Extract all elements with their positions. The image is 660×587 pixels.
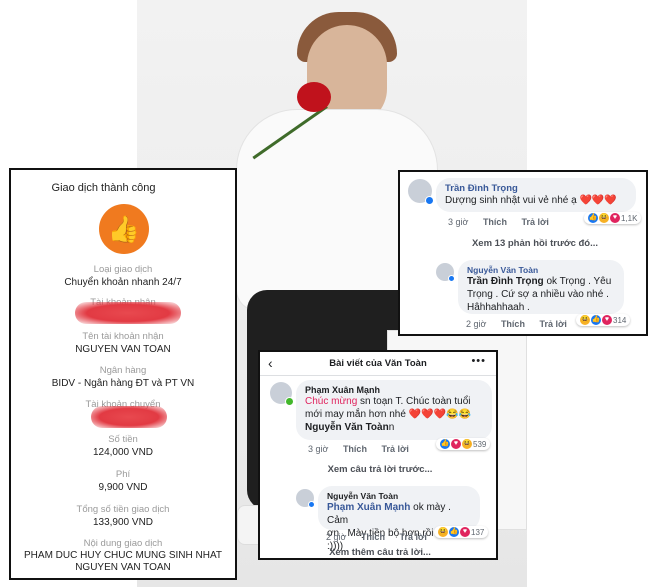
comment-card-trong: Trần Đình Trọng Dượng sinh nhật vui vẻ n… — [398, 170, 648, 336]
comment-bubble: Trần Đình Trọng Dượng sinh nhật vui vẻ n… — [436, 178, 636, 212]
like-button[interactable]: Thích — [483, 217, 507, 227]
recipient-name-label: Tên tài khoản nhận — [82, 331, 164, 342]
mention-suffix: n — [388, 422, 395, 433]
reply-author[interactable]: Nguyễn Văn Toàn — [467, 265, 615, 275]
haha-reaction-icon: 😆 — [580, 315, 590, 325]
reply-actions: 2 giờ Thích Trả lời — [326, 532, 439, 542]
online-status-icon — [285, 397, 294, 406]
comment-actions: 3 giờ Thích Trả lời — [308, 444, 421, 454]
reaction-count: 314 — [613, 315, 627, 325]
verified-icon — [448, 275, 455, 282]
content-line-2: NGUYEN VAN TOAN — [75, 562, 171, 573]
view-more-replies-link[interactable]: Xem thêm câu trả lời... — [290, 547, 470, 558]
reaction-summary[interactable]: 👍 😆 ♥ 1,1K — [584, 212, 642, 224]
love-reaction-icon: ♥ — [460, 527, 470, 537]
reply-text-line-a: Phạm Xuân Mạnh ok mày . Cảm — [327, 501, 471, 527]
view-previous-replies-link[interactable]: Xem câu trả lời trước... — [290, 464, 470, 475]
comment-text-line-b: mới may mắn hơn nhé ❤️❤️❤️😂😂 — [305, 408, 483, 421]
recipient-name-value: NGUYEN VAN TOAN — [75, 344, 171, 355]
comment-card-manh: ‹ Bài viết của Văn Toàn ••• Phạm Xuân Mạ… — [258, 350, 498, 560]
haha-reaction-icon: 😆 — [438, 527, 448, 537]
post-header: ‹ Bài viết của Văn Toàn ••• — [260, 352, 496, 376]
bank-label: Ngân hàng — [99, 365, 147, 376]
reply-actions: 2 giờ Thích Trả lời — [466, 319, 579, 329]
reaction-count: 1,1K — [621, 213, 638, 223]
source-account-redaction — [91, 406, 167, 428]
reply-mention[interactable]: Trần Đình Trọng — [467, 276, 544, 287]
reply-author[interactable]: Nguyễn Văn Toàn — [327, 491, 471, 501]
reply-text-line-c: Hâhhahhaah . — [467, 302, 530, 313]
reply-time: 2 giờ — [326, 532, 347, 542]
comment-text: Dượng sinh nhật vui vẻ nhé ạ ❤️❤️❤️ — [445, 194, 627, 207]
bank-value: BIDV - Ngân hàng ĐT và PT VN — [51, 378, 195, 389]
transaction-receipt: Giao dịch thành công 👍 Loại giao dịch Ch… — [9, 168, 237, 580]
total-value: 133,900 VND — [92, 517, 154, 528]
hearts-emoji: ❤️❤️❤️ — [579, 195, 617, 206]
comment-body: Dượng sinh nhật vui vẻ nhé ạ — [445, 195, 580, 206]
reply-reply-button[interactable]: Trả lời — [399, 532, 426, 542]
reaction-count: 539 — [473, 439, 487, 449]
reply-bubble: Nguyễn Văn Toàn Trần Đình Trọng ok Trọng… — [458, 260, 624, 314]
love-reaction-icon: ♥ — [451, 439, 461, 449]
haha-reaction-icon: 😆 — [462, 439, 472, 449]
haha-reaction-icon: 😆 — [599, 213, 609, 223]
verified-icon — [308, 501, 315, 508]
reply-like-button[interactable]: Thích — [501, 319, 525, 329]
type-label: Loại giao dịch — [93, 264, 153, 275]
account-redaction — [75, 302, 181, 324]
reaction-summary[interactable]: 👍 ♥ 😆 539 — [436, 438, 491, 450]
reply-text-line-a: ok Trọng . Yêu — [543, 276, 612, 287]
comment-time: 3 giờ — [448, 217, 469, 227]
like-reaction-icon: 👍 — [440, 439, 450, 449]
reply-text: Trần Đình Trọng ok Trọng . Yêu — [467, 275, 615, 288]
comment-author[interactable]: Trần Đình Trọng — [445, 183, 627, 194]
reply-button[interactable]: Trả lời — [521, 217, 548, 227]
love-reaction-icon: ♥ — [602, 315, 612, 325]
total-label: Tổng số tiền giao dịch — [76, 504, 170, 515]
comment-author[interactable]: Phạm Xuân Mạnh — [305, 385, 483, 395]
reply-reply-button[interactable]: Trả lời — [539, 319, 566, 329]
comment-body-b: mới may mắn hơn nhé — [305, 409, 409, 420]
reply-text-line-b: Trọng . Cứ sợ a nhiều vào nhé . — [467, 289, 609, 300]
comment-text-line-c: Nguyễn Văn Toànn — [305, 421, 483, 434]
receipt-title: Giao dịch thành công — [51, 182, 156, 194]
photo-rose — [297, 82, 331, 112]
like-reaction-icon: 👍 — [449, 527, 459, 537]
like-reaction-icon: 👍 — [591, 315, 601, 325]
thumbs-up-icon: 👍 — [99, 204, 149, 254]
reaction-count: 137 — [471, 527, 485, 537]
chuc-mung-text: Chúc mừng — [305, 396, 358, 407]
reply-mention[interactable]: Phạm Xuân Mạnh — [327, 502, 410, 513]
verified-icon — [425, 196, 434, 205]
content-line-1: PHAM DUC HUY CHUC MUNG SINH NHAT — [24, 550, 222, 561]
love-reaction-icon: ♥ — [610, 213, 620, 223]
view-more-replies-link[interactable]: Xem 13 phản hồi trước đó... — [440, 238, 630, 249]
comment-body-a: sn toạn T. Chúc toàn tuổi — [357, 396, 471, 407]
amount-value: 124,000 VND — [92, 447, 154, 458]
comment-bubble: Phạm Xuân Mạnh Chúc mừng sn toạn T. Chúc… — [296, 380, 492, 440]
comment-mention[interactable]: Nguyễn Văn Toàn — [305, 422, 389, 433]
amount-label: Số tiền — [108, 434, 138, 445]
reply-bubble: Nguyễn Văn Toàn Phạm Xuân Mạnh ok mày . … — [318, 486, 480, 552]
comment-actions: 3 giờ Thích Trả lời — [448, 217, 561, 227]
like-reaction-icon: 👍 — [588, 213, 598, 223]
type-value: Chuyển khoản nhanh 24/7 — [64, 277, 182, 288]
fee-label: Phí — [115, 469, 131, 480]
comment-time: 3 giờ — [308, 444, 329, 454]
reply-button[interactable]: Trả lời — [381, 444, 408, 454]
hearts-emoji: ❤️❤️❤️😂😂 — [408, 409, 471, 420]
like-button[interactable]: Thích — [343, 444, 367, 454]
reply-reaction-summary[interactable]: 😆 👍 ♥ 137 — [434, 526, 489, 538]
reply-reaction-summary[interactable]: 😆 👍 ♥ 314 — [576, 314, 631, 326]
reply-time: 2 giờ — [466, 319, 487, 329]
post-header-title: Bài viết của Văn Toàn — [329, 358, 427, 369]
more-dots-icon[interactable]: ••• — [471, 355, 486, 367]
fee-value: 9,900 VND — [98, 482, 148, 493]
comment-text-line-a: Chúc mừng sn toạn T. Chúc toàn tuổi — [305, 395, 483, 408]
content-label: Nội dung giao dịch — [83, 538, 163, 549]
reply-like-button[interactable]: Thích — [361, 532, 385, 542]
